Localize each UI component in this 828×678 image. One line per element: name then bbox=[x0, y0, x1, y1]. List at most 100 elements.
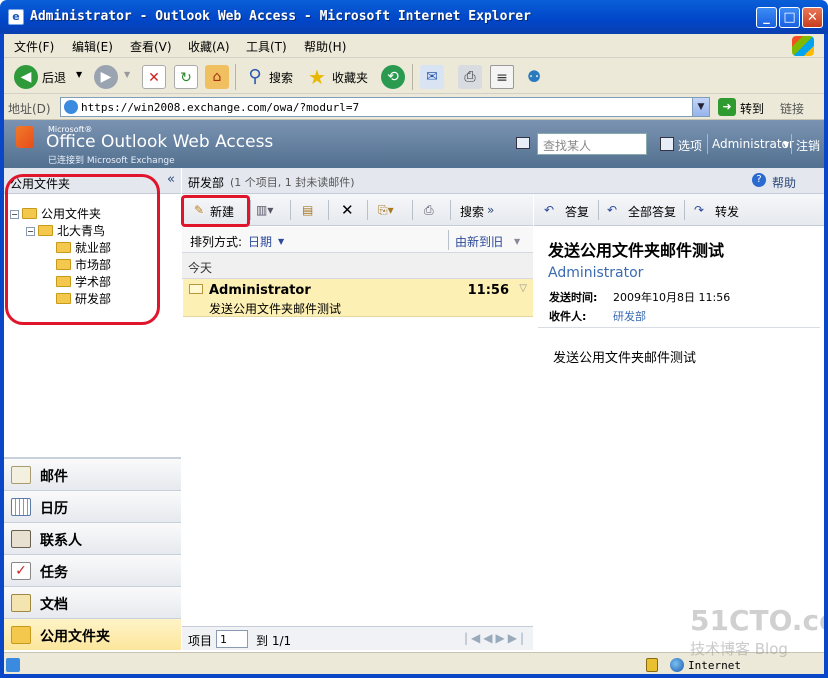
office-logo-icon bbox=[16, 126, 34, 148]
menu-file[interactable]: 文件(F) bbox=[14, 38, 54, 55]
menu-tools[interactable]: 工具(T) bbox=[246, 38, 287, 55]
nav-label[interactable]: 邮件 bbox=[40, 466, 68, 486]
print-icon[interactable]: ⎙ bbox=[424, 203, 434, 218]
home-icon[interactable]: ⌂ bbox=[205, 65, 229, 89]
page-status-icon bbox=[6, 658, 20, 672]
search-label[interactable]: 搜索 bbox=[269, 69, 293, 86]
sort-field[interactable]: 日期 bbox=[248, 233, 272, 250]
toolbar-separator bbox=[450, 200, 451, 220]
to-label: 收件人: bbox=[549, 310, 587, 323]
sort-order-dropdown-icon[interactable]: ▼ bbox=[514, 237, 520, 246]
find-people-input[interactable]: 查找某人 bbox=[537, 133, 647, 155]
nav-label[interactable]: 文档 bbox=[40, 594, 68, 614]
minimize-button[interactable]: _ bbox=[756, 7, 777, 28]
nav-contacts[interactable]: 联系人 bbox=[4, 522, 181, 554]
message-row[interactable]: Administrator 11:56 ▽ 发送公用文件夹邮件测试 bbox=[183, 279, 533, 317]
sort-order[interactable]: 由新到旧 bbox=[455, 233, 503, 250]
messenger-icon[interactable]: ⚉ bbox=[522, 65, 546, 89]
nav-label[interactable]: 任务 bbox=[40, 562, 68, 582]
logoff-link[interactable]: 注销 bbox=[796, 137, 820, 154]
forward-icon[interactable]: ▶ bbox=[94, 65, 118, 89]
reply-button[interactable]: 答复 bbox=[565, 203, 589, 220]
group-header-label: 今天 bbox=[188, 261, 213, 275]
refresh-icon[interactable]: ↻ bbox=[174, 65, 198, 89]
nav-label[interactable]: 联系人 bbox=[40, 530, 82, 550]
print-icon[interactable]: ⎙ bbox=[458, 65, 482, 89]
address-dropdown-icon[interactable]: ▼ bbox=[692, 98, 709, 116]
menu-help[interactable]: 帮助(H) bbox=[304, 38, 346, 55]
pager-label: 项目 bbox=[188, 634, 213, 648]
chevron-down-icon[interactable]: » bbox=[487, 203, 494, 217]
to-value[interactable]: 研发部 bbox=[613, 308, 646, 324]
reading-from[interactable]: Administrator bbox=[548, 265, 643, 281]
favorites-label[interactable]: 收藏夹 bbox=[332, 69, 368, 86]
links-button[interactable]: 链接 bbox=[780, 100, 804, 117]
brand-title: Office Outlook Web Access bbox=[46, 132, 274, 152]
toolbar-separator bbox=[235, 64, 236, 90]
folder-bar: 研发部 (1 个项目, 1 封未读邮件) ? 帮助 bbox=[182, 168, 824, 194]
reply-all-button[interactable]: 全部答复 bbox=[628, 203, 676, 220]
address-url[interactable]: https://win2008.exchange.com/owa/?modurl… bbox=[81, 101, 359, 114]
ie-icon: e bbox=[8, 9, 24, 25]
mail-icon bbox=[11, 466, 31, 484]
view-icon[interactable]: ▥▾ bbox=[256, 203, 273, 217]
back-dropdown-icon[interactable]: ▼ bbox=[76, 70, 82, 79]
nav-documents[interactable]: 文档 bbox=[4, 586, 181, 618]
connected-text: 已连接到 Microsoft Exchange bbox=[48, 156, 175, 166]
back-label[interactable]: 后退 bbox=[42, 69, 66, 86]
public-folder-icon bbox=[11, 626, 31, 644]
address-book-icon[interactable] bbox=[516, 137, 530, 149]
address-bar: 地址(D) https://win2008.exchange.com/owa/?… bbox=[0, 94, 828, 120]
flag-icon[interactable]: ▽ bbox=[519, 283, 527, 294]
toolbar-separator bbox=[684, 200, 685, 220]
menu-view[interactable]: 查看(V) bbox=[130, 38, 172, 55]
nav-mail[interactable]: 邮件 bbox=[4, 458, 181, 490]
stop-icon[interactable]: ✕ bbox=[142, 65, 166, 89]
forward-button[interactable]: 转发 bbox=[715, 203, 739, 220]
toolbar-separator bbox=[412, 64, 413, 90]
nav-label[interactable]: 公用文件夹 bbox=[40, 626, 110, 646]
nav-calendar[interactable]: 日历 bbox=[4, 490, 181, 522]
nav-label[interactable]: 日历 bbox=[40, 498, 68, 518]
reply-all-icon[interactable]: ↶ bbox=[607, 203, 617, 217]
favorites-star-icon[interactable]: ★ bbox=[305, 65, 329, 89]
search-icon[interactable]: ⚲ bbox=[243, 65, 267, 89]
help-link[interactable]: 帮助 bbox=[772, 174, 796, 191]
go-button[interactable]: 转到 bbox=[740, 100, 764, 117]
history-icon[interactable]: ⟲ bbox=[381, 65, 405, 89]
menu-edit[interactable]: 编辑(E) bbox=[72, 38, 113, 55]
pager-arrows-icon[interactable]: |◀◀▶▶| bbox=[464, 631, 527, 645]
forward-dropdown-icon[interactable]: ▼ bbox=[124, 70, 130, 79]
nav-tasks[interactable]: ✓ 任务 bbox=[4, 554, 181, 586]
move-folder-icon[interactable]: ▤ bbox=[302, 203, 313, 217]
current-folder-name: 研发部 bbox=[188, 176, 225, 190]
back-icon[interactable]: ◀ bbox=[14, 65, 38, 89]
go-arrow-icon[interactable]: ➜ bbox=[718, 98, 736, 116]
menu-favorites[interactable]: 收藏(A) bbox=[188, 38, 230, 55]
help-icon[interactable]: ? bbox=[752, 173, 766, 187]
search-button[interactable]: 搜索 bbox=[460, 203, 484, 220]
options-icon[interactable] bbox=[660, 137, 674, 151]
delete-icon[interactable]: ✕ bbox=[341, 201, 354, 219]
edit-icon[interactable]: ≡ bbox=[490, 65, 514, 89]
collapse-icon[interactable]: « bbox=[167, 172, 175, 187]
user-menu[interactable]: Administrator bbox=[712, 137, 794, 151]
pager-total: 到 1/1 bbox=[256, 634, 292, 648]
address-input[interactable]: https://win2008.exchange.com/owa/?modurl… bbox=[60, 97, 710, 117]
reply-icon[interactable]: ↶ bbox=[544, 203, 554, 217]
page-input[interactable]: 1 bbox=[216, 630, 248, 648]
sort-field-dropdown-icon[interactable]: ▼ bbox=[278, 237, 284, 246]
maximize-button[interactable]: □ bbox=[779, 7, 800, 28]
close-button[interactable]: ✕ bbox=[802, 7, 823, 28]
toolbar-separator bbox=[598, 200, 599, 220]
copy-move-icon[interactable]: ⎘▾ bbox=[378, 203, 394, 218]
watermark-sub: 技术博客 Blog bbox=[690, 640, 788, 658]
title-bar: e Administrator - Outlook Web Access - M… bbox=[0, 0, 828, 34]
security-zone: Internet bbox=[688, 659, 741, 672]
forward-icon[interactable]: ↷ bbox=[694, 203, 704, 217]
nav-public-folders[interactable]: 公用文件夹 bbox=[4, 618, 181, 650]
message-from: Administrator bbox=[209, 283, 311, 298]
mail-icon[interactable]: ✉ bbox=[420, 65, 444, 89]
options-link[interactable]: 选项 bbox=[678, 137, 702, 154]
user-dropdown-icon[interactable]: ▼ bbox=[783, 140, 789, 149]
